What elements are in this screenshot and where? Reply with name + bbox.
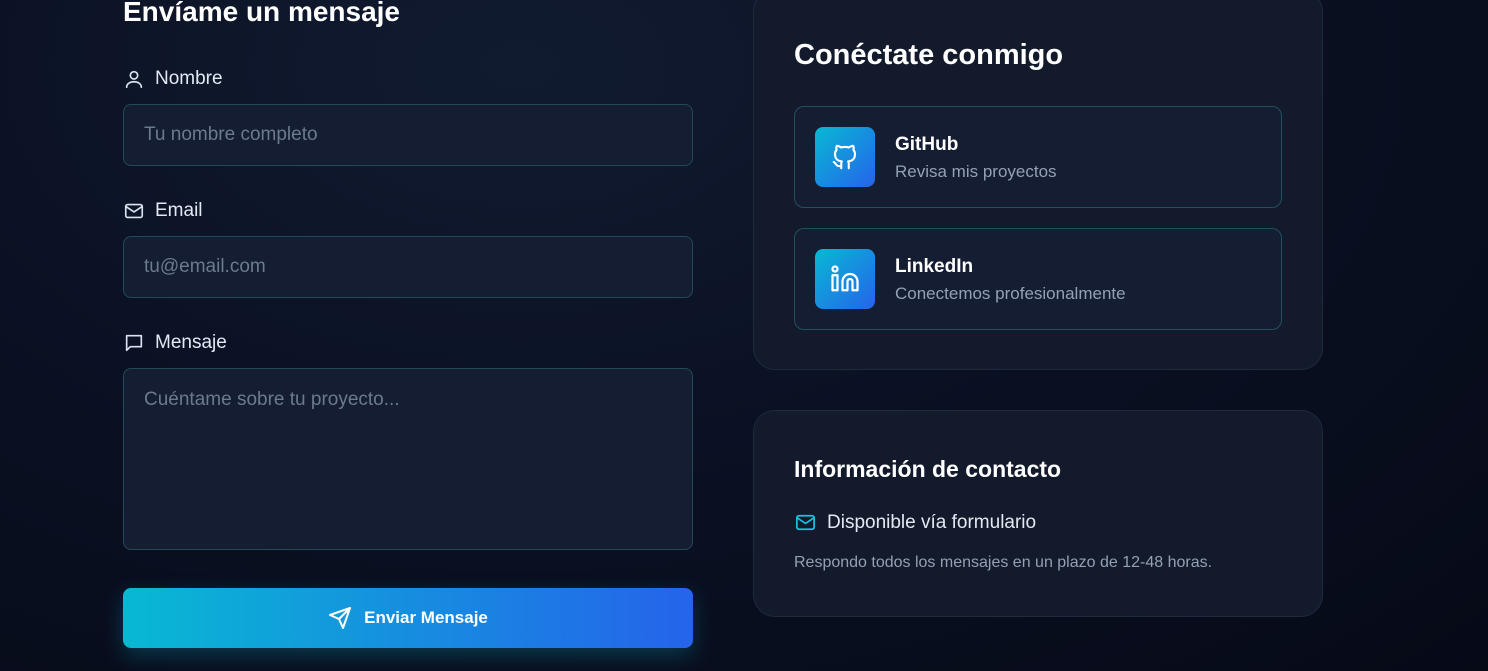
connect-title: Conéctate conmigo bbox=[794, 39, 1064, 71]
contact-info-title: Información de contacto bbox=[794, 456, 1062, 482]
github-icon bbox=[815, 127, 875, 187]
github-description: Revisa mis proyectos bbox=[895, 162, 1057, 181]
name-input[interactable] bbox=[123, 104, 693, 166]
mail-icon bbox=[796, 514, 815, 531]
email-input[interactable] bbox=[123, 236, 693, 298]
mail-icon bbox=[124, 203, 144, 219]
message-textarea[interactable] bbox=[123, 368, 693, 550]
form-title: Envíame un mensaje bbox=[123, 0, 401, 27]
name-label: Nombre bbox=[123, 68, 223, 90]
github-link[interactable]: GitHub Revisa mis proyectos bbox=[794, 106, 1282, 208]
github-name: GitHub bbox=[895, 134, 959, 155]
message-label-text: Mensaje bbox=[155, 332, 227, 353]
response-time-note: Respondo todos los mensajes en un plazo … bbox=[794, 554, 1213, 571]
user-icon bbox=[125, 70, 143, 89]
availability-text: Disponible vía formulario bbox=[827, 511, 1037, 533]
name-label-text: Nombre bbox=[155, 68, 223, 89]
contact-info-card: Información de contacto Disponible vía f… bbox=[753, 410, 1323, 617]
send-icon bbox=[329, 607, 352, 629]
connect-card: Conéctate conmigo GitHub Revisa mis proy… bbox=[753, 0, 1323, 370]
submit-button-label: Enviar Mensaje bbox=[364, 608, 488, 627]
message-icon bbox=[125, 334, 143, 352]
linkedin-icon bbox=[815, 249, 875, 309]
linkedin-description: Conectemos profesionalmente bbox=[895, 284, 1126, 303]
linkedin-link[interactable]: LinkedIn Conectemos profesionalmente bbox=[794, 228, 1282, 330]
linkedin-name: LinkedIn bbox=[895, 256, 974, 277]
submit-button[interactable]: Enviar Mensaje bbox=[123, 588, 693, 648]
message-label: Mensaje bbox=[123, 332, 227, 354]
email-label: Email bbox=[123, 200, 203, 222]
email-label-text: Email bbox=[155, 200, 203, 221]
availability-row: Disponible vía formulario bbox=[794, 511, 1036, 534]
